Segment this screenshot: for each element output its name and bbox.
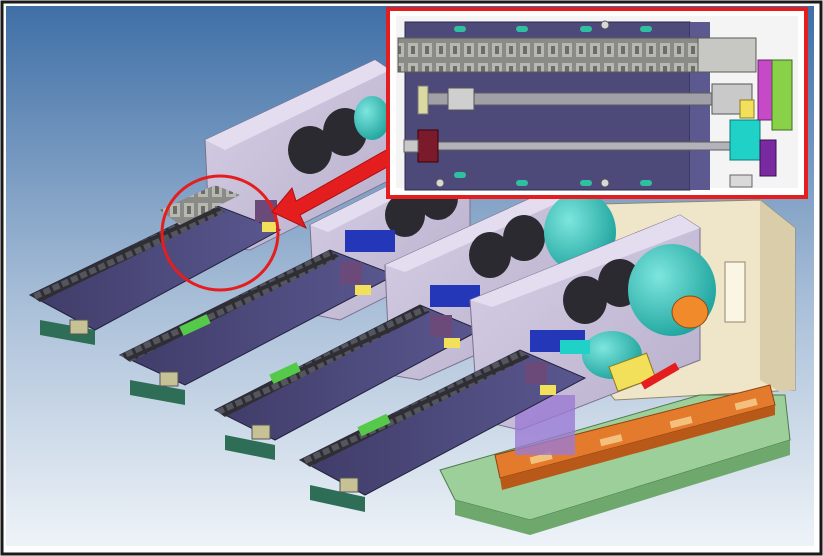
detail-inset — [386, 7, 808, 199]
cad-render — [0, 0, 823, 556]
screenshot-frame — [0, 0, 823, 556]
